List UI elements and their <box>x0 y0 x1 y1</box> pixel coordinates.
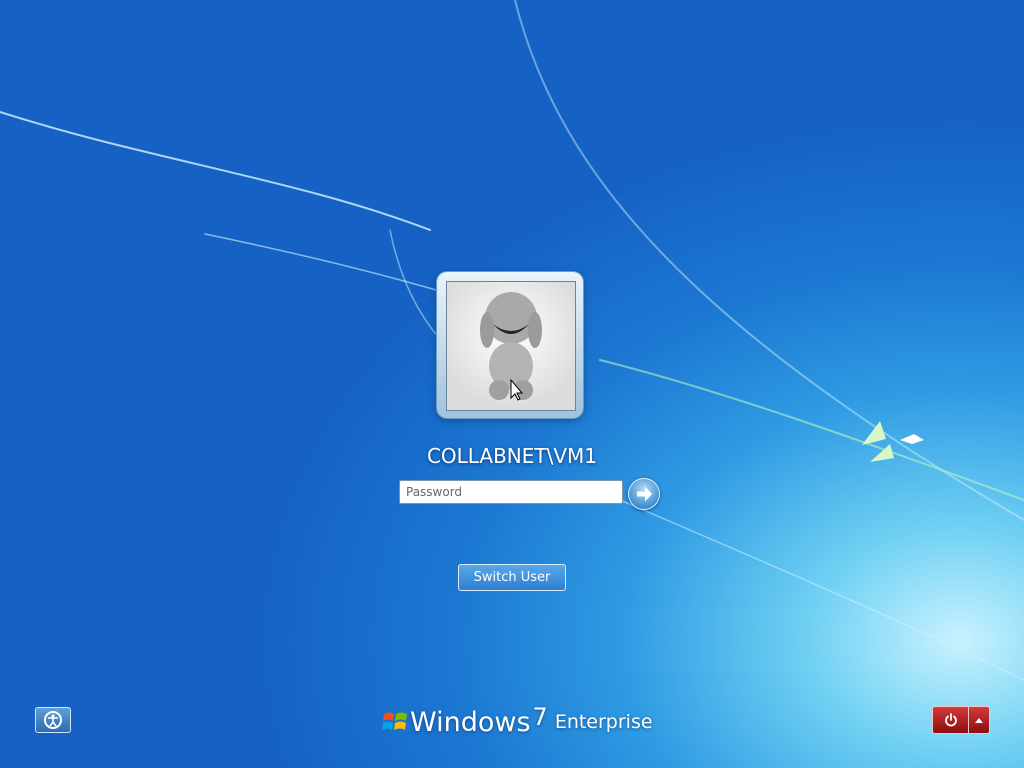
windows-flag-icon <box>382 712 407 730</box>
arrow-right-icon <box>637 486 652 502</box>
shut-down-options-button[interactable] <box>968 707 989 733</box>
switch-user-button[interactable]: Switch User <box>458 564 566 591</box>
windows-branding: Windows 7 Enterprise <box>382 703 653 741</box>
ease-of-access-button[interactable] <box>35 707 71 733</box>
user-avatar <box>446 281 576 411</box>
password-input[interactable] <box>399 480 623 504</box>
bird-icon <box>862 421 924 462</box>
brand-product: Windows <box>410 706 531 738</box>
avatar-figure-icon <box>480 292 542 401</box>
power-controls <box>932 706 990 734</box>
brand-version: 7 <box>532 703 548 731</box>
brand-edition: Enterprise <box>554 711 653 733</box>
submit-button[interactable] <box>628 478 660 510</box>
user-tile[interactable] <box>437 272 583 418</box>
user-name: COLLABNET\VM1 <box>426 444 598 468</box>
triangle-up-icon <box>975 718 984 723</box>
ease-of-access-icon <box>44 711 62 729</box>
shut-down-button[interactable] <box>933 707 968 733</box>
power-icon <box>944 713 957 727</box>
